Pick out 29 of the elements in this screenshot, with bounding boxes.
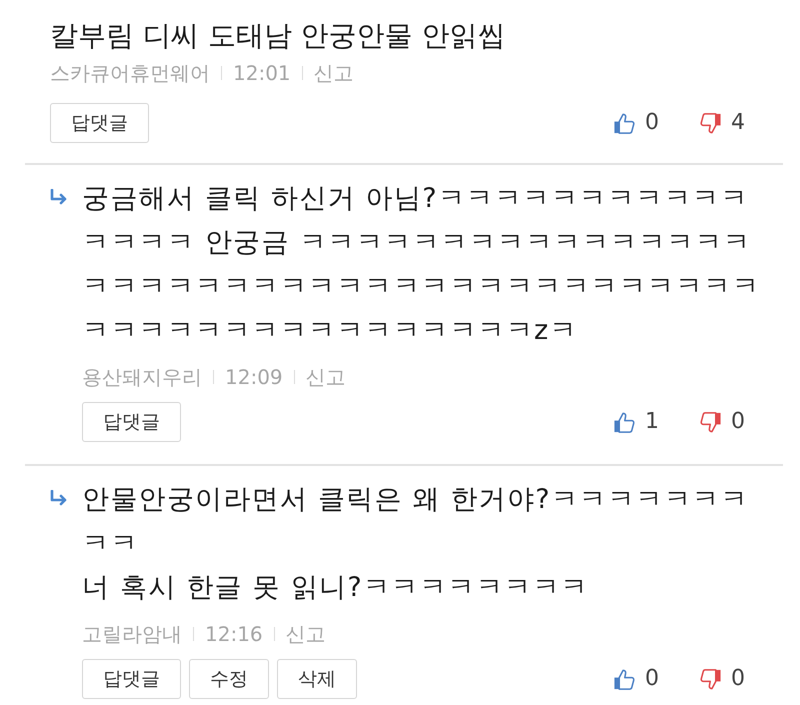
comment-text: 칼부림 디씨 도태남 안궁안물 안읽씹 — [50, 18, 507, 54]
author-name: 용산돼지우리 — [82, 364, 202, 391]
author-name: 스카큐어휴먼웨어 — [50, 60, 210, 87]
like-button[interactable]: 1 — [613, 409, 659, 435]
reply-arrow-icon — [50, 189, 68, 205]
reply-arrow-icon — [50, 490, 68, 506]
thumbs-down-icon — [699, 410, 722, 434]
comment-time: 12:16 — [205, 621, 263, 648]
like-button[interactable]: 0 — [613, 666, 659, 692]
comment-text: 너 혹시 한글 못 읽니?ㅋㅋㅋㅋㅋㅋㅋㅋ — [82, 571, 590, 605]
thumbs-up-icon — [613, 410, 636, 434]
comment-text: 안물안궁이라면서 클릭은 왜 한거야?ㅋㅋㅋㅋㅋㅋㅋㅋㅋ — [82, 483, 750, 561]
author-name: 고릴라암내 — [82, 621, 182, 648]
comment-action-button[interactable]: 답댓글 — [82, 659, 181, 699]
dislike-button[interactable]: 0 — [699, 409, 745, 435]
comment-action-button[interactable]: 답댓글 — [50, 103, 149, 143]
comment-action-button[interactable]: 삭제 — [277, 659, 357, 699]
comment-text: 궁금해서 클릭 하신거 아님?ㅋㅋㅋㅋㅋㅋㅋㅋㅋㅋㅋㅋㅋㅋㅋ 안궁금 ㅋㅋㅋㅋㅋㅋㅋㅋㅋㅋㅋㅋㅋㅋㅋㅋㅋㅋㅋㅋㅋㅋㅋㅋㅋㅋㅋㅋㅋㅋㅋㅋㅋㅋㅋㅋㅋㅋㅋㅋㅋㅋㅋㅋㅋㅋㅋㅋㅋㅋㅋㅋㅋㅋㅋㅋzㅋ — [82, 182, 761, 348]
comment-time: 12:09 — [225, 364, 283, 391]
thumbs-up-icon — [613, 668, 636, 690]
comment-time: 12:01 — [233, 60, 291, 87]
thumbs-up-icon — [613, 112, 636, 134]
comment-action-button[interactable]: 답댓글 — [82, 402, 181, 442]
like-button[interactable]: 0 — [613, 110, 659, 136]
dislike-button[interactable]: 0 — [699, 666, 745, 692]
thumbs-down-icon — [699, 112, 722, 134]
dislike-button[interactable]: 4 — [699, 110, 745, 136]
comment-action-button[interactable]: 수정 — [189, 659, 269, 699]
thumbs-down-icon — [699, 668, 722, 690]
